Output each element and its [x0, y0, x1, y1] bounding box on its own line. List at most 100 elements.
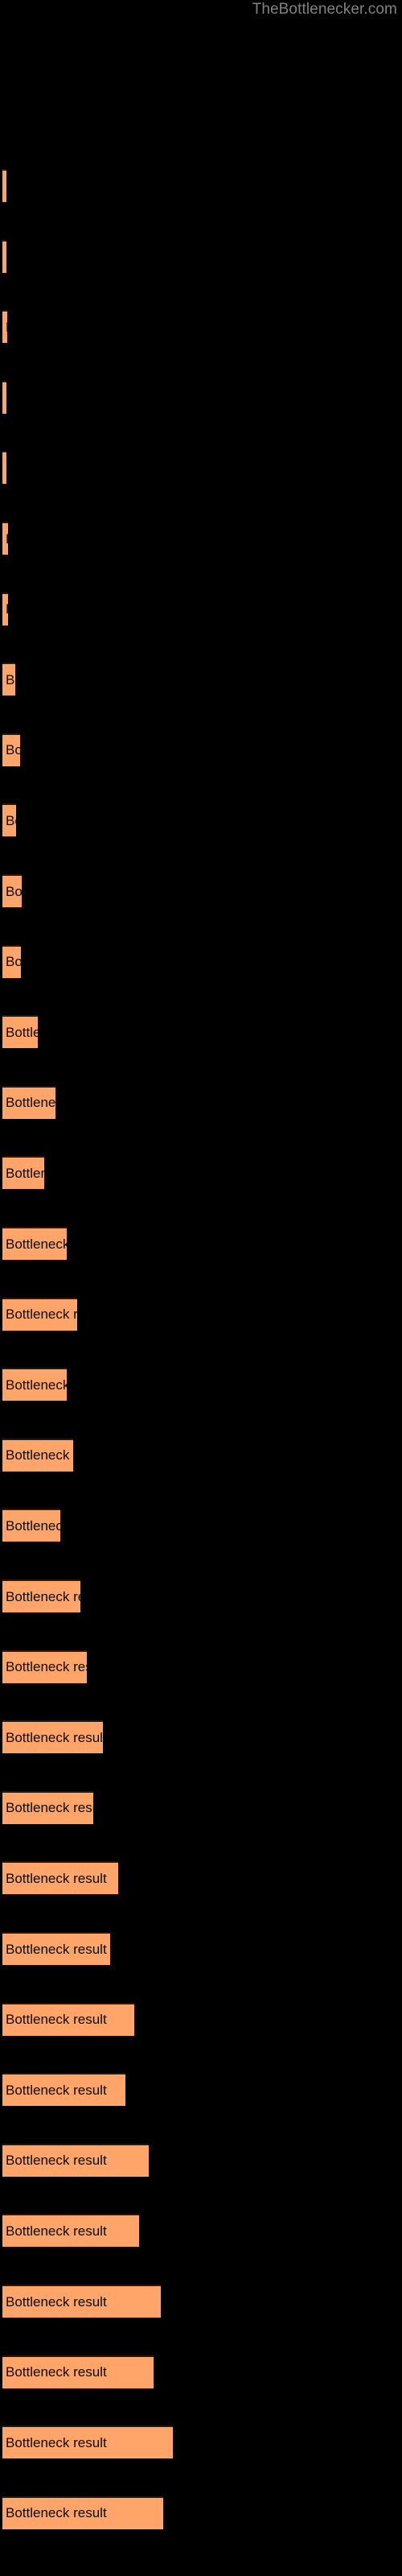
- bar[interactable]: Bottleneck result: [2, 2143, 149, 2177]
- bar-label: Bottleneck result: [6, 2012, 107, 2028]
- bar[interactable]: Bottleneck result: [2, 1368, 67, 1402]
- bar-row: Bottleneck result: [0, 1649, 402, 1683]
- bar[interactable]: Bottleneck result: [2, 2355, 154, 2388]
- bar[interactable]: Bottleneck result: [2, 592, 8, 625]
- bar[interactable]: Bottleneck result: [2, 663, 15, 696]
- bar-label: Bottleneck result: [6, 742, 20, 758]
- bar-row: Bottleneck result: [0, 1861, 402, 1895]
- bar-label: Bottleneck result: [6, 1941, 107, 1957]
- bar[interactable]: Bottleneck result: [2, 733, 20, 766]
- bar-label: Bottleneck result: [6, 531, 8, 547]
- bar-row: Bottleneck result: [0, 1579, 402, 1612]
- bar-label: Bottleneck result: [6, 1870, 107, 1886]
- bar-row: Bottleneck result: [0, 803, 402, 837]
- chart-root: TheBottlenecker.com Bottleneck resultBot…: [0, 0, 402, 2576]
- bar-label: Bottleneck result: [6, 601, 8, 617]
- bar-chart-plot-area: Bottleneck result Bottleneck result Bottle…: [0, 0, 402, 2576]
- bar[interactable]: Bottleneck result: [2, 1015, 38, 1049]
- bar-row: Bottleneck result: [0, 2496, 402, 2529]
- bar[interactable]: Bottleneck result: [2, 944, 21, 978]
- bar[interactable]: Bottleneck result: [2, 2002, 134, 2036]
- bar-row: Bottleneck result: [0, 2143, 402, 2177]
- bar-label: Bottleneck result: [6, 2505, 107, 2521]
- bar-label: Bottleneck result: [6, 2153, 107, 2169]
- bar-label: Bottleneck result: [6, 954, 21, 970]
- bar-row: Bottleneck result: [0, 522, 402, 555]
- bar-row: Bottleneck result: [0, 2355, 402, 2388]
- bar-label: Bottleneck result: [6, 1659, 87, 1675]
- bar-row: Bottleneck result: [0, 1156, 402, 1190]
- bar-label: Bottleneck result: [6, 1095, 55, 1111]
- bar-row: Bottleneck result: [0, 1438, 402, 1472]
- bar-row: Bottleneck result: [0, 1085, 402, 1119]
- bar-label: Bottleneck result: [6, 883, 22, 899]
- bar-label: Bottleneck result: [6, 2082, 107, 2098]
- bar-label: Bottleneck result: [6, 1800, 93, 1816]
- bar-row: Bottleneck result: [0, 1790, 402, 1824]
- bar[interactable]: Bottleneck result: [2, 380, 6, 414]
- bar-label: Bottleneck result: [6, 1377, 67, 1393]
- bar[interactable]: Bottleneck result: [2, 1156, 44, 1190]
- bar-label: Bottleneck result: [6, 1517, 60, 1534]
- bar-label: Bottleneck result: [6, 1236, 67, 1252]
- bar[interactable]: Bottleneck result: [2, 803, 16, 837]
- bar-label: Bottleneck result: [6, 1588, 80, 1604]
- bar-label: Bottleneck result: [6, 320, 7, 336]
- bar[interactable]: Bottleneck result: [2, 1579, 80, 1612]
- bar-label: Bottleneck result: [6, 1729, 103, 1745]
- bar-label: Bottleneck result: [6, 671, 15, 687]
- bar[interactable]: Bottleneck result: [2, 1790, 93, 1824]
- bar[interactable]: Bottleneck result: [2, 169, 6, 202]
- bar-label: Bottleneck result: [6, 1024, 38, 1040]
- bar-row: Bottleneck result: [0, 1297, 402, 1331]
- bar-row: Bottleneck result: [0, 1015, 402, 1049]
- bar[interactable]: Bottleneck result: [2, 1438, 73, 1472]
- bar[interactable]: Bottleneck result: [2, 2496, 163, 2529]
- bar[interactable]: Bottleneck result: [2, 1720, 103, 1754]
- bar-label: Bottleneck result: [6, 812, 16, 828]
- bar[interactable]: Bottleneck result: [2, 2425, 173, 2459]
- bar-row: Bottleneck result: [0, 2002, 402, 2036]
- bar-row: Bottleneck result: [0, 2285, 402, 2318]
- bar[interactable]: Bottleneck result: [2, 1649, 87, 1683]
- bar-row: Bottleneck result: [0, 169, 402, 202]
- bar-label: Bottleneck result: [6, 1447, 73, 1463]
- bar[interactable]: Bottleneck result: [2, 1227, 67, 1260]
- bar-row: Bottleneck result: [0, 944, 402, 978]
- bar-row: Bottleneck result: [0, 239, 402, 273]
- bar-row: Bottleneck result: [0, 874, 402, 907]
- bar[interactable]: Bottleneck result: [2, 1297, 77, 1331]
- bar-row: Bottleneck result: [0, 1227, 402, 1260]
- bar[interactable]: Bottleneck result: [2, 2285, 161, 2318]
- bar[interactable]: Bottleneck result: [2, 1932, 110, 1965]
- bar-label: Bottleneck result: [6, 2223, 107, 2239]
- bar-row: Bottleneck result: [0, 1932, 402, 1965]
- bar-row: Bottleneck result: [0, 1368, 402, 1402]
- bar[interactable]: Bottleneck result: [2, 1085, 55, 1119]
- bar-row: Bottleneck result: [0, 733, 402, 766]
- bar-label: Bottleneck result: [6, 2293, 107, 2310]
- bar-row: Bottleneck result: [0, 2214, 402, 2248]
- bar[interactable]: Bottleneck result: [2, 451, 6, 485]
- bar-row: Bottleneck result: [0, 451, 402, 485]
- bar[interactable]: Bottleneck result: [2, 2214, 139, 2248]
- bar-row: Bottleneck result: [0, 1509, 402, 1542]
- bar-row: Bottleneck result: [0, 310, 402, 344]
- bar[interactable]: Bottleneck result: [2, 1509, 60, 1542]
- bar-label: Bottleneck result: [6, 2434, 107, 2450]
- bar-row: Bottleneck result: [0, 2073, 402, 2107]
- bar-row: Bottleneck result: [0, 380, 402, 414]
- bar[interactable]: Bottleneck result: [2, 310, 7, 344]
- bar-label: Bottleneck result: [6, 1307, 77, 1323]
- bar-row: Bottleneck result: [0, 663, 402, 696]
- bar-row: Bottleneck result: [0, 1720, 402, 1754]
- bar[interactable]: Bottleneck result: [2, 874, 22, 907]
- bar[interactable]: Bottleneck result: [2, 2073, 125, 2107]
- bar-label: Bottleneck result: [6, 2364, 107, 2380]
- bar[interactable]: Bottleneck result: [2, 522, 8, 555]
- bar-row: Bottleneck result: [0, 2425, 402, 2459]
- bar[interactable]: Bottleneck result: [2, 239, 6, 273]
- bar-row: Bottleneck result: [0, 592, 402, 625]
- bar-label: Bottleneck result: [6, 1165, 44, 1181]
- bar[interactable]: Bottleneck result: [2, 1861, 118, 1895]
